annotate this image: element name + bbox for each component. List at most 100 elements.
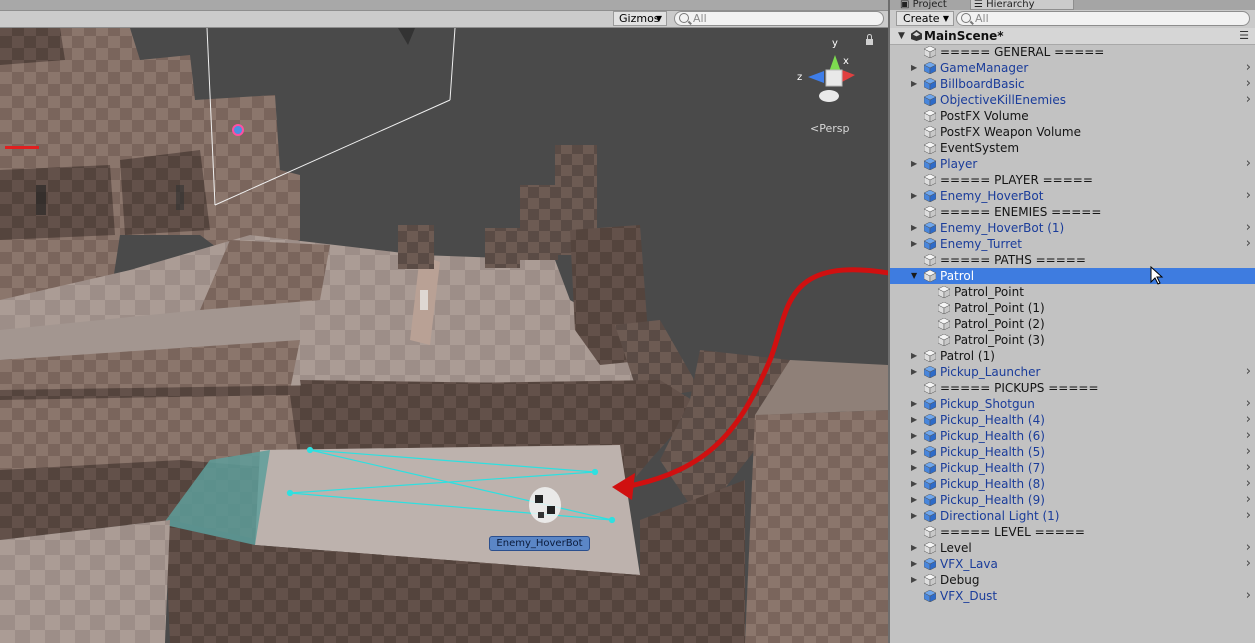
hierarchy-row[interactable]: ▶ GameManager › — [890, 60, 1255, 76]
hierarchy-row[interactable]: ===== LEVEL ===== — [890, 524, 1255, 540]
hierarchy-row[interactable]: ▶ Pickup_Health (7) › — [890, 460, 1255, 476]
hierarchy-row[interactable]: ===== PATHS ===== — [890, 252, 1255, 268]
prefab-cube-icon — [924, 366, 936, 378]
hierarchy-row[interactable]: ▶ VFX_Lava › — [890, 556, 1255, 572]
chevron-right-icon[interactable]: › — [1246, 236, 1251, 252]
hierarchy-row[interactable]: Patrol_Point (1) — [890, 300, 1255, 316]
foldout-closed-icon[interactable]: ▶ — [911, 348, 917, 364]
dropdown-arrow-icon: ▼ — [942, 14, 949, 23]
foldout-closed-icon[interactable]: ▶ — [911, 396, 917, 412]
scene-search-input[interactable]: All — [674, 11, 884, 26]
chevron-right-icon[interactable]: › — [1246, 60, 1251, 76]
foldout-closed-icon[interactable]: ▶ — [911, 220, 917, 236]
prefab-cube-icon — [924, 430, 936, 442]
chevron-right-icon[interactable]: › — [1246, 588, 1251, 604]
chevron-right-icon[interactable]: › — [1246, 556, 1251, 572]
hierarchy-row[interactable]: ▶ Enemy_Turret › — [890, 236, 1255, 252]
hierarchy-row[interactable]: ObjectiveKillEnemies › — [890, 92, 1255, 108]
chevron-right-icon[interactable]: › — [1246, 364, 1251, 380]
foldout-closed-icon[interactable]: ▶ — [911, 444, 917, 460]
foldout-closed-icon[interactable]: ▶ — [911, 428, 917, 444]
tab-project[interactable]: ▣ Project — [900, 0, 962, 10]
foldout-closed-icon[interactable]: ▶ — [911, 76, 917, 92]
gameobject-cube-icon — [924, 574, 936, 586]
scene-viewport[interactable]: y z x — [0, 28, 888, 643]
chevron-right-icon[interactable]: › — [1246, 76, 1251, 92]
hierarchy-row[interactable]: ===== ENEMIES ===== — [890, 204, 1255, 220]
lock-icon[interactable] — [866, 34, 873, 45]
hierarchy-row[interactable]: ▶ Enemy_HoverBot › — [890, 188, 1255, 204]
hierarchy-row[interactable]: ===== PICKUPS ===== — [890, 380, 1255, 396]
menu-icon[interactable]: ☰ — [1239, 29, 1249, 42]
hierarchy-row[interactable]: ▶ Level › — [890, 540, 1255, 556]
hierarchy-row[interactable]: ▶ Directional Light (1) › — [890, 508, 1255, 524]
foldout-closed-icon[interactable]: ▶ — [911, 156, 917, 172]
hierarchy-row[interactable]: ▶ Pickup_Shotgun › — [890, 396, 1255, 412]
chevron-right-icon[interactable]: › — [1246, 476, 1251, 492]
chevron-right-icon[interactable]: › — [1246, 460, 1251, 476]
hierarchy-row[interactable]: ▶ Pickup_Health (8) › — [890, 476, 1255, 492]
hierarchy-row[interactable]: ▶ BillboardBasic › — [890, 76, 1255, 92]
chevron-right-icon[interactable]: › — [1246, 396, 1251, 412]
tab-hierarchy[interactable]: ☰ Hierarchy — [970, 0, 1074, 10]
hierarchy-row[interactable]: Patrol_Point — [890, 284, 1255, 300]
hierarchy-search-input[interactable]: All — [956, 11, 1250, 26]
chevron-right-icon[interactable]: › — [1246, 428, 1251, 444]
hierarchy-row[interactable]: ▶ Patrol (1) — [890, 348, 1255, 364]
hierarchy-row[interactable]: ▶ Pickup_Launcher › — [890, 364, 1255, 380]
hierarchy-row[interactable]: ===== PLAYER ===== — [890, 172, 1255, 188]
enemy-icon — [36, 185, 46, 215]
foldout-closed-icon[interactable]: ▶ — [911, 556, 917, 572]
hierarchy-row[interactable]: ▶ Pickup_Health (6) › — [890, 428, 1255, 444]
foldout-open-icon[interactable]: ▼ — [911, 268, 917, 284]
hierarchy-row[interactable]: ▶ Debug — [890, 572, 1255, 588]
foldout-closed-icon[interactable]: ▶ — [911, 476, 917, 492]
scene-root-row[interactable]: ▼ MainScene* ☰ — [890, 28, 1255, 45]
foldout-closed-icon[interactable]: ▶ — [911, 492, 917, 508]
hierarchy-row[interactable]: ▶ Pickup_Health (4) › — [890, 412, 1255, 428]
chevron-right-icon[interactable]: › — [1246, 220, 1251, 236]
hierarchy-row[interactable]: ▶ Enemy_HoverBot (1) › — [890, 220, 1255, 236]
chevron-right-icon[interactable]: › — [1246, 492, 1251, 508]
foldout-closed-icon[interactable]: ▶ — [911, 60, 917, 76]
hierarchy-row[interactable]: ▶ Pickup_Health (9) › — [890, 492, 1255, 508]
hierarchy-row[interactable]: ===== GENERAL ===== — [890, 44, 1255, 60]
hierarchy-row[interactable]: ▶ Pickup_Health (5) › — [890, 444, 1255, 460]
gameobject-cube-icon — [924, 126, 936, 138]
hierarchy-row-label: ===== PLAYER ===== — [940, 173, 1093, 187]
foldout-closed-icon[interactable]: ▶ — [911, 460, 917, 476]
gizmos-dropdown[interactable]: Gizmos ▼ — [613, 11, 667, 26]
chevron-right-icon[interactable]: › — [1246, 444, 1251, 460]
hierarchy-row[interactable]: VFX_Dust › — [890, 588, 1255, 604]
hierarchy-row[interactable]: EventSystem — [890, 140, 1255, 156]
hierarchy-row-label: Pickup_Health (4) — [940, 413, 1045, 427]
chevron-right-icon[interactable]: › — [1246, 540, 1251, 556]
foldout-open-icon[interactable]: ▼ — [898, 31, 905, 41]
create-dropdown[interactable]: Create ▼ — [896, 11, 954, 26]
enemy-hoverbot-icon[interactable] — [529, 487, 561, 523]
hierarchy-row[interactable]: Patrol_Point (2) — [890, 316, 1255, 332]
prefab-cube-icon — [924, 62, 936, 74]
foldout-closed-icon[interactable]: ▶ — [911, 412, 917, 428]
hierarchy-row[interactable]: ▶ Player › — [890, 156, 1255, 172]
hierarchy-row[interactable]: Patrol_Point (3) — [890, 332, 1255, 348]
chevron-right-icon[interactable]: › — [1246, 412, 1251, 428]
scene-name: MainScene* — [924, 29, 1004, 43]
foldout-closed-icon[interactable]: ▶ — [911, 572, 917, 588]
foldout-closed-icon[interactable]: ▶ — [911, 188, 917, 204]
dropdown-arrow-icon: ▼ — [655, 14, 662, 23]
chevron-right-icon[interactable]: › — [1246, 156, 1251, 172]
foldout-closed-icon[interactable]: ▶ — [911, 540, 917, 556]
persp-toggle[interactable]: <Persp — [810, 122, 849, 135]
hierarchy-row[interactable]: PostFX Weapon Volume — [890, 124, 1255, 140]
foldout-closed-icon[interactable]: ▶ — [911, 236, 917, 252]
foldout-closed-icon[interactable]: ▶ — [911, 508, 917, 524]
chevron-right-icon[interactable]: › — [1246, 92, 1251, 108]
foldout-closed-icon[interactable]: ▶ — [911, 364, 917, 380]
prefab-cube-icon — [924, 190, 936, 202]
hierarchy-row[interactable]: PostFX Volume — [890, 108, 1255, 124]
hierarchy-row[interactable]: ▼ Patrol — [890, 266, 1255, 285]
prefab-cube-icon — [924, 494, 936, 506]
chevron-right-icon[interactable]: › — [1246, 188, 1251, 204]
chevron-right-icon[interactable]: › — [1246, 508, 1251, 524]
